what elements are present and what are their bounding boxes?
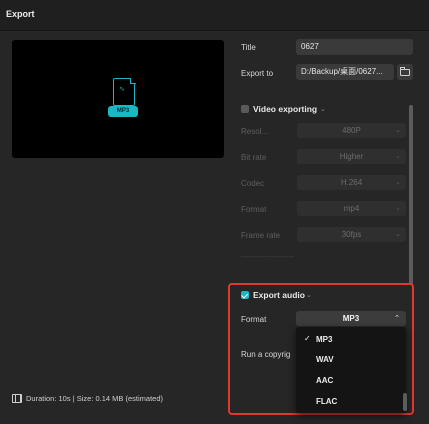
video-section-label: Video exporting xyxy=(253,104,318,114)
export-dialog: Export ∿ MP3 Title 0627 Export to D:/Bac… xyxy=(0,0,429,424)
chevron-down-icon: ⌄ xyxy=(395,179,401,186)
copyright-check-label: Run a copyrig xyxy=(241,350,291,359)
video-format-select[interactable]: mp4 ⌄ xyxy=(297,201,406,216)
format-option-label: FLAC xyxy=(316,397,338,406)
folder-icon xyxy=(400,67,410,76)
browse-folder-button[interactable] xyxy=(397,64,413,80)
audio-format-dropdown: ✓ MP3 WAV AAC FLAC xyxy=(296,327,406,413)
export-audio-checkbox[interactable] xyxy=(241,291,249,299)
video-extra-row: -------------------- xyxy=(241,252,295,261)
settings-scrollbar[interactable] xyxy=(409,105,413,285)
codec-label: Codec xyxy=(241,179,265,188)
codec-value: H.264 xyxy=(340,178,363,187)
audio-format-label: Format xyxy=(241,315,267,324)
title-bar: Export xyxy=(0,0,429,31)
chevron-up-icon: ⌃ xyxy=(394,315,400,322)
waveform-icon: ∿ xyxy=(119,86,125,93)
chevron-down-icon[interactable]: ⌄ xyxy=(320,105,326,113)
dialog-title: Export xyxy=(6,9,35,19)
video-export-checkbox[interactable] xyxy=(241,105,249,113)
audio-file-icon: ∿ xyxy=(113,77,136,106)
format-option-aac[interactable]: AAC xyxy=(296,370,406,390)
file-format-badge: MP3 xyxy=(108,106,138,117)
bitrate-label: Bit rate xyxy=(241,153,267,162)
export-info-footer: Duration: 10s | Size: 0.14 MB (estimated… xyxy=(26,394,164,403)
title-input[interactable]: 0627 xyxy=(296,39,413,55)
frame-rate-value: 30fps xyxy=(341,230,362,239)
format-option-mp3[interactable]: ✓ MP3 xyxy=(296,329,406,349)
dropdown-scrollbar[interactable] xyxy=(403,393,407,411)
chevron-down-icon[interactable]: ⌄ xyxy=(306,291,312,299)
bitrate-select[interactable]: Higher ⌄ xyxy=(297,149,406,164)
format-option-label: WAV xyxy=(316,355,334,364)
title-label: Title xyxy=(241,43,256,52)
audio-format-select[interactable]: MP3 ⌃ xyxy=(296,311,406,326)
file-fold-corner xyxy=(129,77,136,84)
chevron-down-icon: ⌄ xyxy=(395,205,401,212)
resolution-label: Resol... xyxy=(241,127,269,136)
check-icon: ✓ xyxy=(304,334,311,343)
export-to-label: Export to xyxy=(241,69,274,78)
chevron-down-icon: ⌄ xyxy=(395,231,401,238)
export-path-field[interactable]: D:/Backup/桌面/0627... xyxy=(296,64,394,80)
video-format-value: mp4 xyxy=(343,204,360,213)
video-format-label: Format xyxy=(241,205,267,214)
chevron-down-icon: ⌄ xyxy=(395,127,401,134)
format-option-flac[interactable]: FLAC xyxy=(296,391,406,411)
bitrate-value: Higher xyxy=(339,152,364,161)
frame-rate-label: Frame rate xyxy=(241,231,281,240)
audio-format-value: MP3 xyxy=(342,314,360,323)
frame-rate-select[interactable]: 30fps ⌄ xyxy=(297,227,406,242)
resolution-value: 480P xyxy=(342,126,361,135)
chevron-down-icon: ⌄ xyxy=(395,153,401,160)
format-option-label: AAC xyxy=(316,376,334,385)
format-option-wav[interactable]: WAV xyxy=(296,349,406,369)
resolution-select[interactable]: 480P ⌄ xyxy=(297,123,406,138)
format-option-label: MP3 xyxy=(316,335,333,344)
codec-select[interactable]: H.264 ⌄ xyxy=(297,175,406,190)
preview-area: ∿ MP3 xyxy=(12,40,224,158)
audio-section-label: Export audio xyxy=(253,290,305,300)
film-icon xyxy=(12,394,22,403)
